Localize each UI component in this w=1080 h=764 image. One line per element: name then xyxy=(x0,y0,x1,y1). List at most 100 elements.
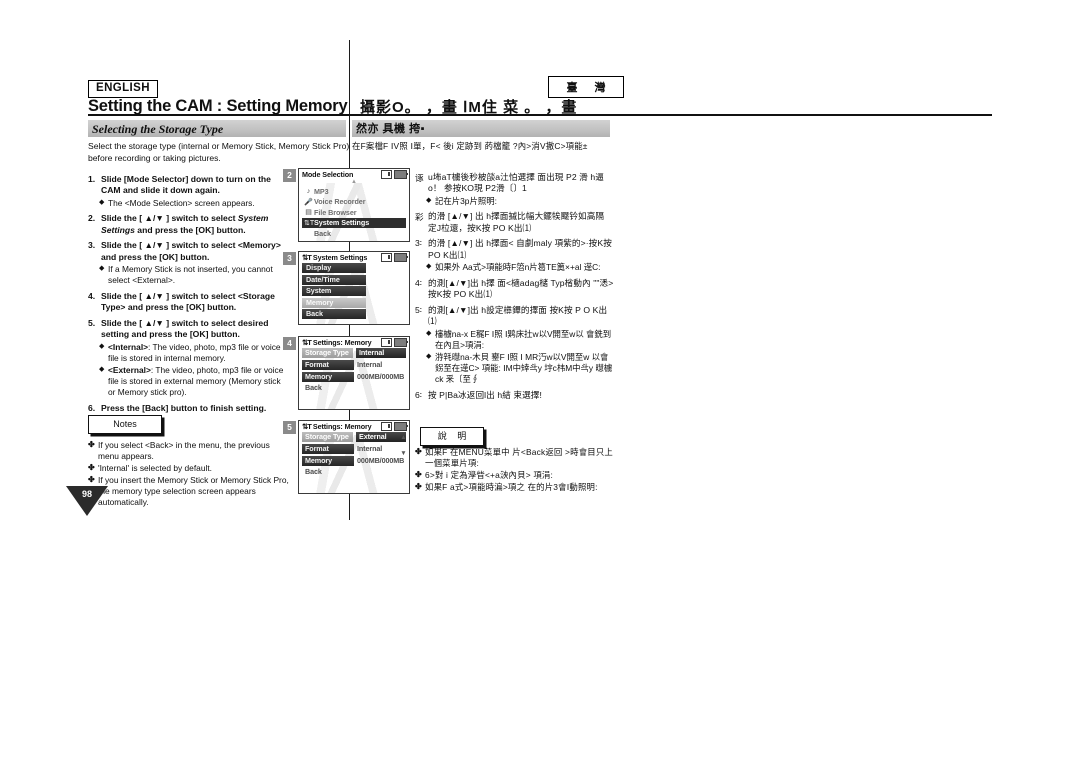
page-number-marker: 98 xyxy=(66,486,108,516)
step-text: Slide the [ ▲/▼ ] switch to select Syste… xyxy=(101,213,269,235)
step-number: 3∶ xyxy=(415,238,423,249)
setting-value: 000MB/000MB xyxy=(357,372,405,382)
lcd-screenshot: 5 ⇅T Settings: Memory ▲ ▼ Storage Type Externa… xyxy=(283,420,410,494)
lcd-screen: Mode Selection ▲ ♪ MP3 🎤 Voice Recorder ▤ File … xyxy=(298,168,410,242)
scroll-down-icon[interactable]: ▼ xyxy=(400,450,407,457)
setting-row-memory-space[interactable]: Memory Space 000MB/000MB xyxy=(302,371,406,391)
setting-row-storage-type[interactable]: Storage Type External xyxy=(302,432,406,443)
setting-value: Internal xyxy=(357,444,383,454)
lcd-screen: ⇅T Settings: Memory ▲ ▼ Storage Type External… xyxy=(298,420,410,494)
step-item: 6∶ 按 P|Ba冰返回l出 h結 束選擇! xyxy=(415,390,615,401)
section-title-english: Selecting the Storage Type xyxy=(92,122,224,136)
step-item: 诼 u㘵aT㯭後秒柀燄a汢怕選擇 面出現 P2 滑 h逼 o！ 参按KO現 P2滑… xyxy=(415,172,615,207)
setting-row-storage-type[interactable]: Storage Type Internal xyxy=(302,348,406,359)
bullet-icon: ◆ xyxy=(426,263,432,271)
settings-sliders-icon: ⇅T xyxy=(302,253,312,262)
setting-label: Format xyxy=(302,359,354,370)
menu-item-label: Voice Recorder xyxy=(314,197,366,207)
step-text: Press the [Back] button to finish settin… xyxy=(101,402,267,413)
battery-icon xyxy=(394,253,409,262)
step-sub-term: <Internal> xyxy=(108,341,149,352)
step-text: Slide the [ ▲/▼ ] switch to select <Memo… xyxy=(101,240,281,262)
step-text: 的測[▲/▼]出 h設定㰘鏎的擇面 按K按 P O K出⑴ xyxy=(428,304,608,326)
notes-label-box-chinese: 說 明 xyxy=(420,427,484,446)
step-number: 4∶ xyxy=(415,277,423,288)
note-bullet-icon: ✤ xyxy=(88,475,95,484)
battery-icon xyxy=(394,422,409,431)
lcd-title: Mode Selection xyxy=(302,170,354,179)
menu-button-memory[interactable]: Memory xyxy=(302,297,366,308)
step-sub-item: ◆ If a Memory Stick is not inserted, you … xyxy=(99,264,286,286)
lcd-content: ▲ ♪ MP3 🎤 Voice Recorder ▤ File Browser ⇅T Syste… xyxy=(299,179,409,239)
step-item: 4∶ 的測[▲/▼]出 h擇 面<㰅adag槠 Typ㮐動內 ""㴽> 按K按 P… xyxy=(415,278,615,300)
menu-item-label: File Browser xyxy=(314,207,357,217)
menu-button-back[interactable]: Back xyxy=(302,309,366,320)
menu-button-system[interactable]: System xyxy=(302,286,366,297)
setting-value: External xyxy=(356,432,406,443)
step-text: Slide the [ ▲/▼ ] switch to select <Stor… xyxy=(101,290,275,312)
note-text: 'Internal' is selected by default. xyxy=(98,463,212,473)
step-text: Slide [Mode Selector] down to turn on th… xyxy=(101,174,271,196)
section-header-chinese: 然亦 具機 挎▪ xyxy=(352,120,610,137)
step-number: 3. xyxy=(88,240,96,251)
note-text: If you select <Back> in the menu, the pr… xyxy=(98,440,270,461)
menu-item-label: System Settings xyxy=(314,218,370,228)
language-badge-taiwan: 臺 灣 xyxy=(548,76,624,98)
menu-item-mp3[interactable]: ♪ MP3 xyxy=(302,186,406,197)
step-sub-item: ◆ <External>: The video, photo, mp3 file … xyxy=(99,365,286,398)
battery-icon xyxy=(394,170,409,179)
setting-row-back[interactable]: Back xyxy=(302,467,406,478)
menu-item-voice-recorder[interactable]: 🎤 Voice Recorder xyxy=(302,197,406,208)
note-item: ✤ If you select <Back> in the menu, the p… xyxy=(88,440,293,462)
page-header: ENGLISH 臺 灣 Setting the CAM : Setting Me… xyxy=(88,76,992,116)
lcd-title-bar: ⇅T Settings: Memory xyxy=(299,421,409,432)
step-text: 的滑 [▲/▼] 出 h擇面< 自劇maly 項紫的>·按K按 PO K出⑴ xyxy=(428,238,612,260)
sliders-icon: ⇅T xyxy=(304,219,315,227)
step-number: 5∶ xyxy=(415,304,423,315)
lcd-title: Settings: Memory xyxy=(312,338,372,347)
setting-label: Storage Type xyxy=(302,432,353,443)
step-emphasis: System Settings xyxy=(101,213,269,235)
step-sub-item: ◆ The <Mode Selection> screen appears. xyxy=(99,198,286,209)
steps-list-english: 1. Slide [Mode Selector] down to turn on … xyxy=(88,174,286,418)
scrollbar[interactable]: ▲ ▼ xyxy=(400,434,407,457)
note-text: If you insert the Memory Stick or Memory… xyxy=(98,475,289,507)
manual-page: ENGLISH 臺 灣 Setting the CAM : Setting Me… xyxy=(0,0,1080,764)
note-text: 如果F a式>項能時㴜>項之 在的片3會Ⅰ動照明: xyxy=(425,482,598,492)
menu-item-file-browser[interactable]: ▤ File Browser xyxy=(302,207,406,218)
setting-row-memory-space[interactable]: Memory Space 000MB/000MB xyxy=(302,455,406,475)
step-sub-text: If a Memory Stick is not inserted, you c… xyxy=(108,264,273,286)
step-text: Slide the [ ▲/▼ ] switch to select desir… xyxy=(101,317,269,339)
setting-row-back[interactable]: Back xyxy=(302,383,406,394)
step-number: 诼 xyxy=(415,173,424,183)
step-text: 的測[▲/▼]出 h擇 面<㰅adag槠 Typ㮐動內 ""㴽> 按K按 PO … xyxy=(428,277,614,299)
bullet-icon: ◆ xyxy=(426,329,432,337)
lcd-title-bar: ⇅T Settings: Memory xyxy=(299,337,409,348)
step-text: 的滑 [▲/▼] 出 h擇面摵比幅大䥯㸻飋钤如高隔 定J柆還，按K按 PO K出… xyxy=(428,211,605,233)
note-bullet-icon: ✤ xyxy=(88,440,95,449)
bullet-icon: ◆ xyxy=(99,198,105,206)
notes-list-chinese: ✤ 如果F 在MENU菜單中 片<Back返回 >時會目只上一個菜單片項: ✤ 6>對… xyxy=(415,447,620,494)
lcd-screenshot: 4 ⇅T Settings: Memory Storage Type Internal F… xyxy=(283,336,410,410)
setting-row-format[interactable]: Format Internal xyxy=(302,359,406,371)
scroll-up-icon[interactable]: ▲ xyxy=(400,434,407,441)
settings-sliders-icon: ⇅T xyxy=(302,338,312,347)
note-item: ✤ 6>對 i 定為㶅㫮<+a㴺內貝> 項涓: xyxy=(415,470,620,481)
memory-card-icon xyxy=(381,253,392,262)
menu-button-display[interactable]: Display xyxy=(302,263,366,273)
menu-item-system-settings[interactable]: ⇅T System Settings xyxy=(302,217,406,228)
step-sub-text: <External>: The video, photo, mp3 file o… xyxy=(108,365,284,398)
menu-item-back[interactable]: Back xyxy=(302,228,406,239)
step-item: 2. Slide the [ ▲/▼ ] switch to select Sys… xyxy=(88,213,286,235)
step-number: 4. xyxy=(88,290,96,301)
menu-button-date-time[interactable]: Date/Time xyxy=(302,274,366,285)
step-sub-item: ◆ 㳺㲔㬩na-木貝 䥅F Ⅰ照 Ⅰ MR汅w以V開至w 以會䤢至在遳C> 項能:… xyxy=(426,352,615,385)
setting-label: Back xyxy=(305,467,322,477)
note-item: ✤ 如果F 在MENU菜單中 片<Back返回 >時會目只上一個菜單片項: xyxy=(415,447,620,469)
note-bullet-icon: ✤ xyxy=(88,463,95,472)
notes-label-english: Notes xyxy=(113,419,137,429)
step-text: 按 P|Ba冰返回l出 h結 束選擇! xyxy=(428,389,542,400)
menu-item-label: MP3 xyxy=(314,186,329,196)
setting-row-format[interactable]: Format Internal xyxy=(302,443,406,455)
setting-label: Memory Space xyxy=(302,455,354,475)
